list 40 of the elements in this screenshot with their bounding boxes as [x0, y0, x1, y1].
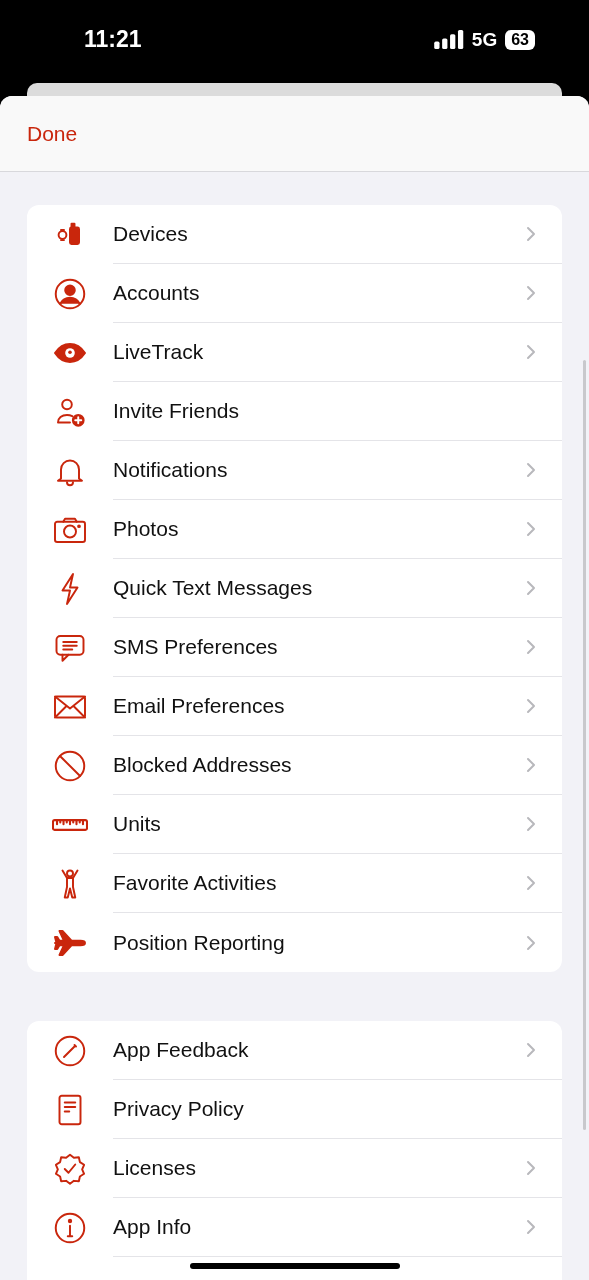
settings-row[interactable]: App Info — [27, 1198, 562, 1257]
row-label: Email Preferences — [113, 694, 285, 718]
row-label: Units — [113, 812, 161, 836]
row-label: Position Reporting — [113, 930, 285, 955]
settings-row[interactable]: Privacy Policy — [27, 1080, 562, 1139]
done-button[interactable]: Done — [27, 121, 78, 146]
signal-icon — [433, 30, 464, 49]
settings-row[interactable]: Position Reporting — [27, 913, 562, 972]
row-label: Favorite Activities — [113, 871, 277, 895]
battery-level: 63 — [505, 29, 535, 50]
row-label: Notifications — [113, 458, 228, 482]
row-label: Licenses — [113, 1156, 196, 1180]
settings-row[interactable]: Quick Text Messages — [27, 559, 562, 618]
settings-row[interactable]: Photos — [27, 500, 562, 559]
settings-row[interactable]: Blocked Addresses — [27, 736, 562, 795]
settings-row[interactable]: Favorite Activities — [27, 854, 562, 913]
row-label: Quick Text Messages — [113, 576, 313, 600]
row-label: SMS Preferences — [113, 635, 278, 659]
row-label: Invite Friends — [113, 399, 240, 423]
ruler-icon — [52, 818, 88, 831]
settings-row[interactable]: Devices — [27, 205, 562, 264]
settings-row[interactable]: Notifications — [27, 441, 562, 500]
row-label: App Info — [113, 1215, 192, 1239]
settings-row[interactable]: Invite Friends — [27, 382, 562, 441]
row-label: Devices — [113, 222, 188, 246]
settings-row[interactable]: LiveTrack — [27, 323, 562, 382]
settings-row[interactable]: Accounts — [27, 264, 562, 323]
network-label: 5G — [471, 28, 498, 51]
row-label: Privacy Policy — [113, 1097, 244, 1121]
row-label: Accounts — [113, 281, 200, 305]
settings-row[interactable]: Units — [27, 795, 562, 854]
row-label: App Feedback — [113, 1038, 249, 1062]
settings-row[interactable]: Email Preferences — [27, 677, 562, 736]
settings-row[interactable]: App Feedback — [27, 1021, 562, 1080]
row-label: Blocked Addresses — [113, 753, 292, 777]
status-time: 11:21 — [84, 26, 142, 53]
row-label: LiveTrack — [113, 340, 204, 364]
settings-row[interactable]: Licenses — [27, 1139, 562, 1198]
settings-row[interactable]: SMS Preferences — [27, 618, 562, 677]
row-label: Photos — [113, 517, 179, 541]
